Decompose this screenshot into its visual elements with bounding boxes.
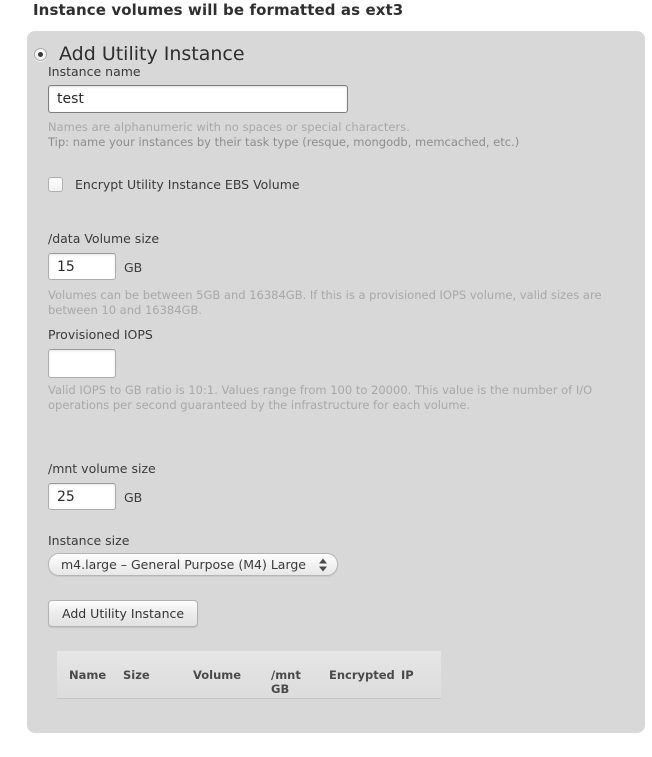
instances-table-header-row: Name Size Volume /mnt GB Encrypted IP [57,651,441,699]
data-volume-size-label: /data Volume size [48,231,160,246]
provisioned-iops-label: Provisioned IOPS [48,327,153,342]
mnt-volume-size-unit: GB [124,490,143,505]
provisioned-iops-help: Valid IOPS to GB ratio is 10:1. Values r… [48,383,593,412]
add-utility-instance-radio[interactable] [34,47,47,61]
instance-size-label: Instance size [48,533,130,548]
table-header-mnt-gb: /mnt GB [271,668,329,696]
section-header[interactable]: Add Utility Instance [34,43,245,65]
instance-size-selected-value: m4.large – General Purpose (M4) Large [61,557,306,572]
data-volume-size-unit: GB [124,260,143,275]
encrypt-volume-checkbox[interactable] [48,177,63,192]
section-title: Add Utility Instance [59,43,245,65]
chevron-updown-icon [319,557,328,572]
mnt-volume-size-label: /mnt volume size [48,461,156,476]
page-title: Instance volumes will be formatted as ex… [33,1,404,19]
instance-size-select[interactable]: m4.large – General Purpose (M4) Large [48,553,338,576]
table-header-volume: Volume [193,668,242,682]
page-root: Instance volumes will be formatted as ex… [0,0,652,757]
table-header-mnt-gb-line2: GB [271,682,290,696]
instances-table: Name Size Volume /mnt GB Encrypted IP [57,651,441,699]
encrypt-volume-label: Encrypt Utility Instance EBS Volume [75,177,300,192]
add-utility-instance-panel: Add Utility Instance Instance name Names… [27,31,645,733]
instance-name-input[interactable] [48,85,348,113]
table-header-mnt-gb-line1: /mnt [271,668,301,682]
table-header-name: Name [69,668,107,682]
provisioned-iops-input[interactable] [48,349,116,378]
add-utility-instance-button-label: Add Utility Instance [62,606,185,621]
instance-name-label: Instance name [48,64,141,79]
table-header-encrypted: Encrypted [329,668,395,682]
add-utility-instance-button[interactable]: Add Utility Instance [48,600,199,627]
data-volume-size-help: Volumes can be between 5GB and 16384GB. … [48,288,602,317]
table-header-ip: IP [401,668,414,682]
data-volume-size-input[interactable] [48,253,116,280]
table-header-size: Size [123,668,150,682]
encrypt-volume-row[interactable]: Encrypt Utility Instance EBS Volume [48,177,300,192]
instance-name-help-line1: Names are alphanumeric with no spaces or… [48,120,410,134]
mnt-volume-size-input[interactable] [48,483,116,510]
instance-name-help-line2: Tip: name your instances by their task t… [48,135,520,149]
